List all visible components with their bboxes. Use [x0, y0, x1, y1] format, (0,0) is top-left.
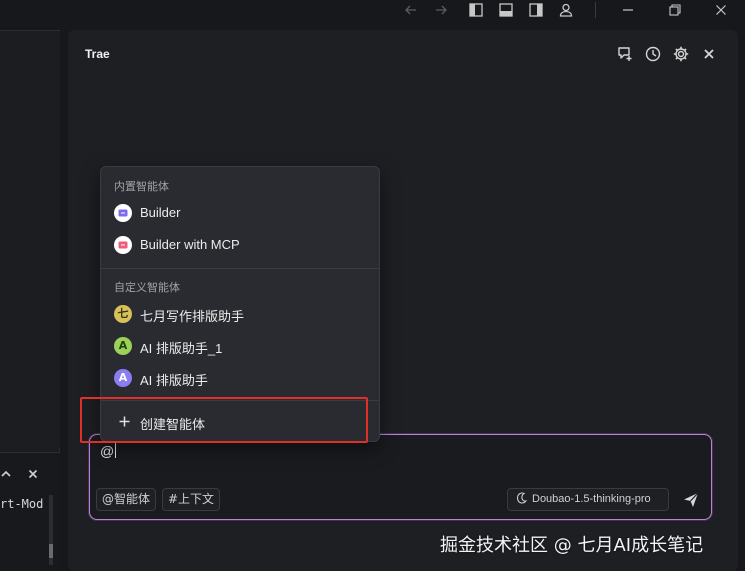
- agent-item-label: Builder with MCP: [140, 237, 240, 252]
- left-pane: [0, 30, 60, 571]
- layout-bottom-icon[interactable]: [498, 2, 514, 18]
- layout-left-icon[interactable]: [468, 2, 484, 18]
- gear-icon[interactable]: [672, 45, 690, 63]
- agent-item-label: 七月写作排版助手: [140, 309, 245, 324]
- builder-icon: [114, 204, 132, 222]
- send-icon[interactable]: [682, 491, 700, 509]
- agent-item-builder[interactable]: Builder: [101, 198, 379, 228]
- title-bar: [0, 0, 745, 20]
- titlebar-divider: [595, 2, 596, 18]
- text-caret: [115, 443, 117, 458]
- agent-item-label: AI 排版助手: [140, 373, 208, 388]
- terminal-scrollbar-thumb[interactable]: [49, 544, 53, 558]
- arrow-right-icon[interactable]: [433, 2, 449, 18]
- model-icon: [516, 491, 528, 512]
- section-divider: [101, 268, 379, 269]
- terminal-text: rt-Mod: [0, 497, 44, 511]
- history-icon[interactable]: [644, 45, 662, 63]
- terminal-close-icon[interactable]: [27, 468, 39, 484]
- chat-input[interactable]: @: [100, 443, 117, 459]
- agent-avatar: 七: [114, 305, 132, 323]
- agent-item-label: Builder: [140, 205, 181, 220]
- minimize-icon[interactable]: [620, 2, 636, 18]
- agent-mention-button[interactable]: @智能体: [96, 488, 157, 511]
- custom-section-label: 自定义智能体: [114, 281, 180, 294]
- model-selector[interactable]: Doubao-1.5-thinking-pro: [507, 488, 669, 511]
- agent-item-ai-layout-1[interactable]: A AI 排版助手_1: [101, 331, 379, 361]
- watermark: 掘金技术社区 @ 七月AI成长笔记: [440, 535, 704, 556]
- restore-icon[interactable]: [667, 2, 683, 18]
- new-chat-icon[interactable]: [616, 45, 634, 63]
- model-name: Doubao-1.5-thinking-pro: [532, 493, 651, 505]
- agent-avatar: A: [114, 369, 132, 387]
- agent-avatar: A: [114, 337, 132, 355]
- account-icon[interactable]: [558, 2, 574, 18]
- arrow-left-icon[interactable]: [403, 2, 419, 18]
- context-button[interactable]: #上下文: [162, 488, 221, 511]
- builder-mcp-icon: [114, 236, 132, 254]
- builtin-section-label: 内置智能体: [114, 180, 169, 193]
- editor-area: [0, 30, 60, 448]
- layout-right-icon[interactable]: [528, 2, 544, 18]
- agent-item-builder-mcp[interactable]: Builder with MCP: [101, 230, 379, 260]
- panel-close-icon[interactable]: [700, 45, 718, 63]
- agent-item-qiyue-writing[interactable]: 七 七月写作排版助手: [101, 299, 379, 329]
- chat-input-value: @: [100, 443, 115, 459]
- agent-item-ai-layout[interactable]: A AI 排版助手: [101, 363, 379, 393]
- agent-item-label: AI 排版助手_1: [140, 341, 223, 356]
- annotation-highlight-box: [80, 397, 368, 443]
- panel-title: Trae: [85, 47, 110, 61]
- chevron-up-icon[interactable]: [0, 468, 12, 484]
- close-icon[interactable]: [713, 2, 729, 18]
